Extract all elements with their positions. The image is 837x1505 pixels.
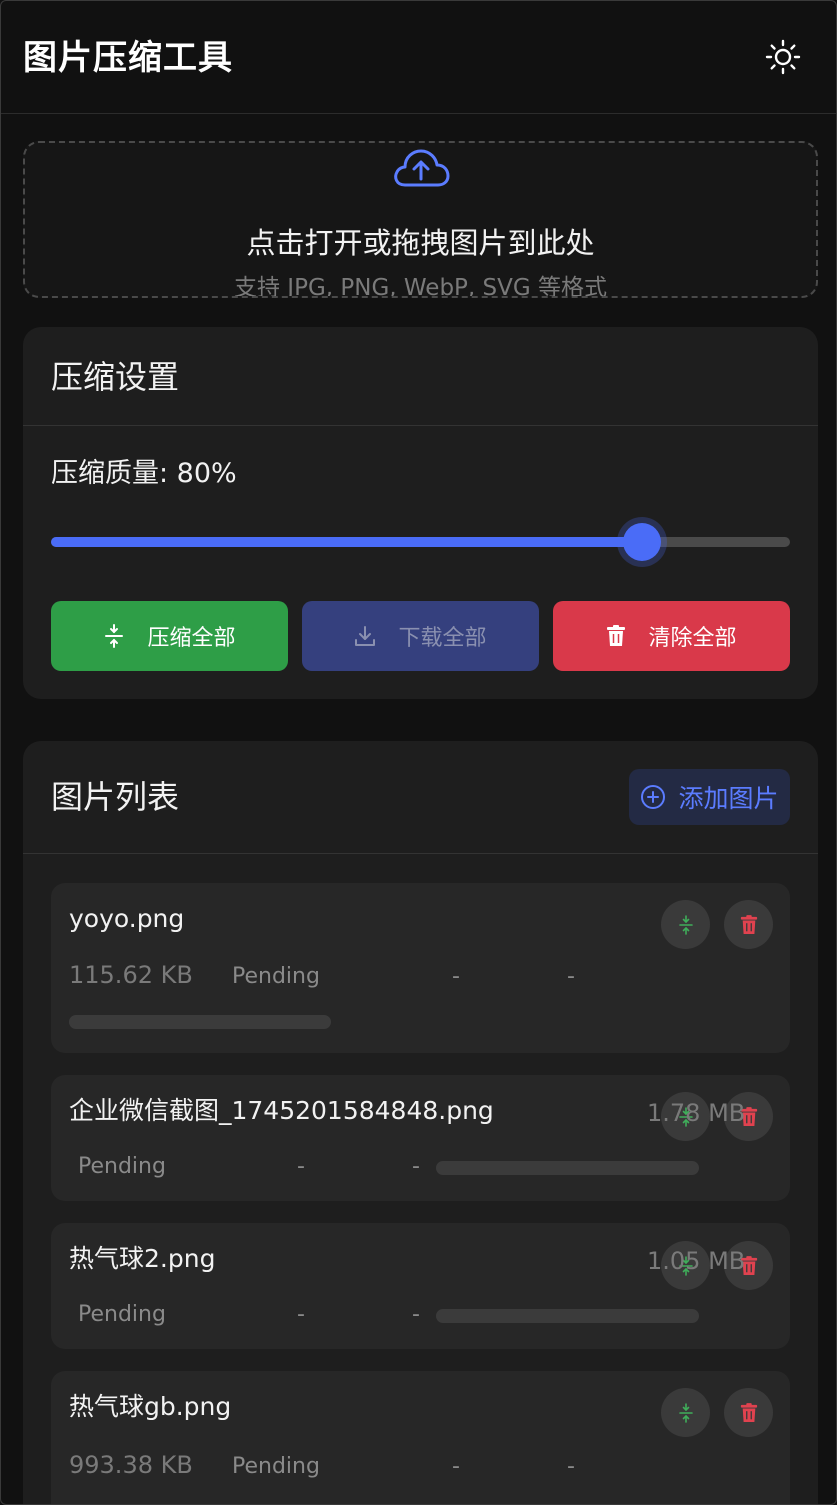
compression-ratio: - bbox=[412, 1302, 420, 1327]
list-item: 热气球gb.png 993.38 KB Pending - - bbox=[51, 1371, 790, 1504]
compression-ratio: - bbox=[412, 1154, 420, 1179]
list-divider bbox=[23, 853, 818, 854]
file-name: 企业微信截图_1745201584848.png bbox=[69, 1096, 494, 1125]
list-item: 企业微信截图_1745201584848.png Pending - - 1.7… bbox=[51, 1075, 790, 1201]
compress-item-button[interactable] bbox=[661, 1388, 710, 1437]
settings-panel: 压缩设置 压缩质量: 80% 压缩全部 下载全部 清除全部 bbox=[23, 327, 818, 699]
compression-ratio: - bbox=[567, 1454, 575, 1479]
clear-all-label: 清除全部 bbox=[648, 626, 737, 651]
progress-bar bbox=[69, 1015, 331, 1029]
image-list-panel: 图片列表 添加图片 yoyo.png 115.62 KB Pending - - bbox=[23, 741, 818, 1504]
add-image-label: 添加图片 bbox=[678, 784, 779, 813]
file-size: 1.05 MB bbox=[647, 1247, 746, 1275]
plus-circle-icon bbox=[641, 785, 666, 809]
upload-subtitle: 支持 JPG, PNG, WebP, SVG 等格式 bbox=[233, 275, 608, 298]
upload-title: 点击打开或拖拽图片到此处 bbox=[246, 226, 595, 260]
cloud-upload-icon bbox=[394, 149, 450, 187]
file-size: 115.62 KB bbox=[69, 961, 193, 989]
delete-item-button[interactable] bbox=[724, 900, 773, 949]
file-name: yoyo.png bbox=[69, 904, 185, 933]
compressed-size: - bbox=[297, 1302, 305, 1327]
sun-icon bbox=[765, 39, 801, 75]
compress-icon bbox=[105, 624, 124, 648]
file-status: Pending bbox=[232, 1454, 320, 1479]
file-status: Pending bbox=[232, 964, 320, 989]
compress-all-label: 压缩全部 bbox=[147, 626, 236, 651]
trash-icon bbox=[740, 1402, 757, 1422]
quality-slider-fill bbox=[51, 537, 643, 547]
compress-item-button[interactable] bbox=[661, 900, 710, 949]
list-title: 图片列表 bbox=[51, 778, 180, 816]
upload-dropzone[interactable]: 点击打开或拖拽图片到此处 支持 JPG, PNG, WebP, SVG 等格式 bbox=[23, 141, 818, 298]
settings-title: 压缩设置 bbox=[51, 358, 180, 396]
compressed-size: - bbox=[452, 1454, 460, 1479]
clear-all-button[interactable]: 清除全部 bbox=[553, 601, 790, 671]
quality-slider-thumb[interactable] bbox=[623, 523, 662, 561]
add-image-button[interactable]: 添加图片 bbox=[629, 769, 790, 825]
download-all-label: 下载全部 bbox=[398, 626, 487, 651]
compressed-size: - bbox=[297, 1154, 305, 1179]
file-status: Pending bbox=[78, 1154, 166, 1179]
progress-bar bbox=[436, 1309, 699, 1323]
app-window: 图片压缩工具 点击打开或拖拽图片到此处 支持 JPG, PNG, WebP, S… bbox=[0, 0, 837, 1505]
compress-all-button[interactable]: 压缩全部 bbox=[51, 601, 288, 671]
file-name: 热气球2.png bbox=[69, 1244, 216, 1273]
download-all-button[interactable]: 下载全部 bbox=[302, 601, 539, 671]
list-item: yoyo.png 115.62 KB Pending - - bbox=[51, 883, 790, 1053]
file-status: Pending bbox=[78, 1302, 166, 1327]
delete-item-button[interactable] bbox=[724, 1388, 773, 1437]
compressed-size: - bbox=[452, 964, 460, 989]
settings-divider bbox=[23, 425, 818, 426]
quality-slider[interactable] bbox=[51, 523, 790, 561]
compression-ratio: - bbox=[567, 964, 575, 989]
compress-icon bbox=[678, 914, 693, 935]
app-title: 图片压缩工具 bbox=[23, 38, 233, 78]
trash-icon bbox=[607, 625, 626, 646]
file-size: 1.78 MB bbox=[647, 1099, 746, 1127]
quality-label: 压缩质量: 80% bbox=[51, 458, 237, 489]
trash-icon bbox=[740, 914, 757, 934]
progress-bar bbox=[436, 1161, 699, 1175]
theme-toggle-button[interactable] bbox=[761, 35, 805, 79]
app-header: 图片压缩工具 bbox=[1, 1, 836, 114]
file-name: 热气球gb.png bbox=[69, 1392, 232, 1421]
compress-icon bbox=[678, 1402, 693, 1423]
download-icon bbox=[355, 626, 376, 646]
file-size: 993.38 KB bbox=[69, 1451, 193, 1479]
list-item: 热气球2.png Pending - - 1.05 MB bbox=[51, 1223, 790, 1349]
